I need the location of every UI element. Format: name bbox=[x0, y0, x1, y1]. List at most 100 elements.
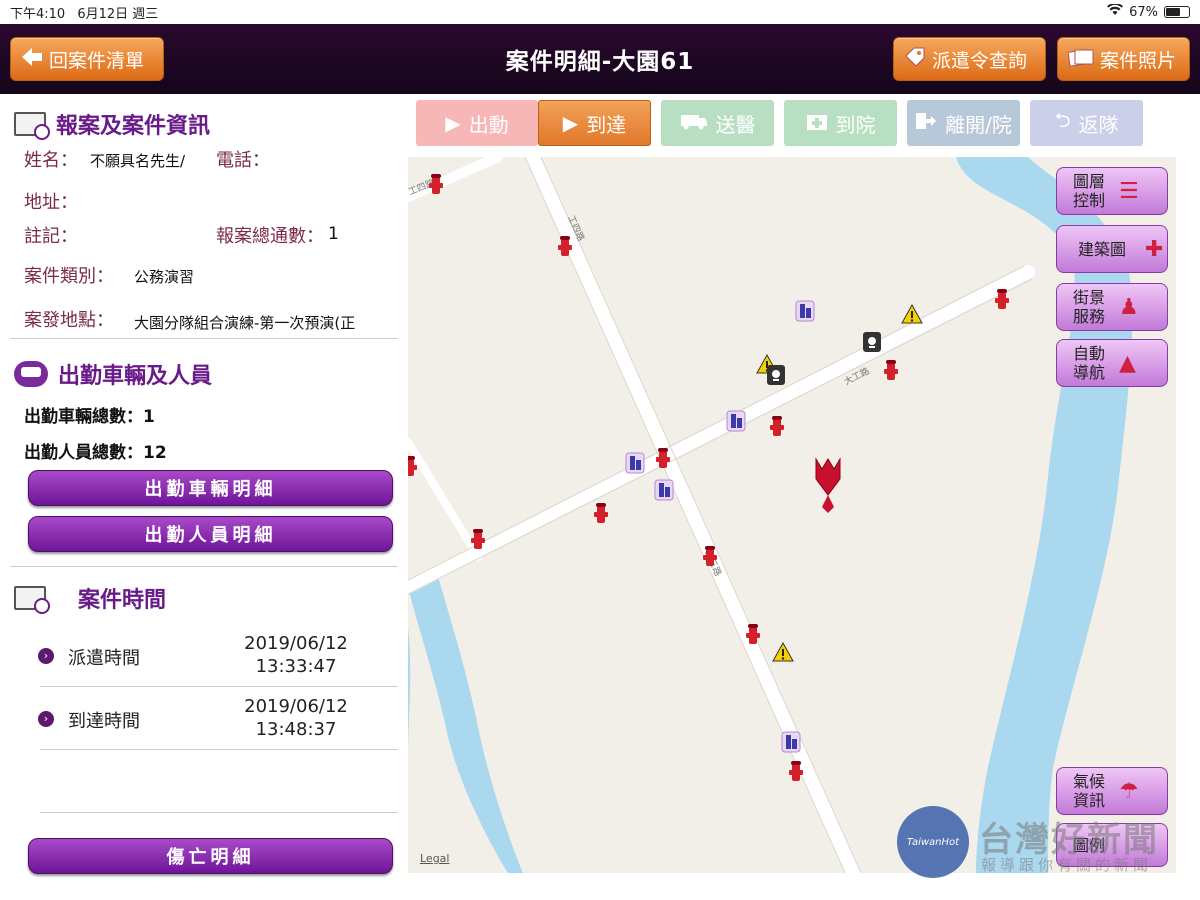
map-view[interactable]: 工四路 大工路 工三路 工四路 圖層控制 ☰ 建築圖 ✚ 街景服務 ♟ 自動導航… bbox=[408, 157, 1176, 873]
divider bbox=[40, 812, 398, 813]
weather-info-button[interactable]: 氣候資訊 ☂ bbox=[1056, 767, 1168, 815]
casualty-detail-button[interactable]: 傷亡明細 bbox=[28, 838, 393, 874]
fire-hydrant-icon[interactable] bbox=[884, 360, 898, 380]
bus-icon bbox=[14, 361, 48, 387]
dispatch-time-label: 派遣時間 bbox=[68, 648, 140, 669]
street-view-button[interactable]: 街景服務 ♟ bbox=[1056, 283, 1168, 331]
chevron-right-icon: › bbox=[38, 648, 54, 664]
building-icon[interactable] bbox=[781, 731, 801, 753]
incident-location-marker[interactable] bbox=[815, 457, 841, 513]
battery-fill bbox=[1166, 8, 1181, 16]
chemical-tank-icon[interactable] bbox=[767, 365, 785, 385]
battery-icon bbox=[1164, 6, 1190, 18]
watermark-subtitle: 報導跟你有關的新聞 bbox=[981, 856, 1153, 874]
status-bar: 下午4:10 6月12日 週三 67% bbox=[0, 0, 1200, 24]
vehicle-detail-button[interactable]: 出勤車輛明細 bbox=[28, 470, 393, 506]
case-photos-button[interactable]: 案件照片 bbox=[1057, 37, 1190, 81]
layer-control-label: 圖層控制 bbox=[1072, 172, 1105, 210]
action-dispatch-button[interactable]: ▶ 出動 bbox=[416, 100, 538, 146]
page-title: 案件明細-大園61 bbox=[505, 49, 695, 75]
building-icon[interactable] bbox=[625, 452, 645, 474]
arrival-clock: 13:48:37 bbox=[255, 719, 337, 740]
river-edge bbox=[408, 627, 411, 757]
chemical-tank-icon[interactable] bbox=[863, 332, 881, 352]
personnel-detail-button[interactable]: 出勤人員明細 bbox=[28, 516, 393, 552]
ambulance-icon bbox=[680, 111, 708, 135]
hazard-warning-icon[interactable] bbox=[772, 641, 794, 662]
river-west bbox=[408, 577, 523, 873]
time-section-title: 案件時間 bbox=[78, 588, 167, 613]
building-map-button[interactable]: 建築圖 ✚ bbox=[1056, 225, 1168, 273]
case-photos-label: 案件照片 bbox=[1100, 49, 1177, 72]
building-icon[interactable] bbox=[654, 479, 674, 501]
layers-icon: ☰ bbox=[1119, 178, 1139, 204]
divider bbox=[40, 749, 398, 750]
divider bbox=[10, 338, 398, 339]
map-legal-link[interactable]: Legal bbox=[420, 852, 449, 865]
status-left: 下午4:10 6月12日 週三 bbox=[10, 3, 158, 22]
watermark-logo: TaiwanHot bbox=[897, 806, 969, 878]
action-hospital-button[interactable]: 到院 bbox=[784, 100, 897, 146]
road-edges bbox=[408, 157, 1033, 873]
action-transport-button[interactable]: 送醫 bbox=[661, 100, 774, 146]
fire-hydrant-icon[interactable] bbox=[594, 503, 608, 523]
incident-location-label: 案發地點： bbox=[24, 310, 114, 331]
address-label: 地址： bbox=[24, 192, 78, 213]
action-label: 出動 bbox=[468, 112, 509, 137]
auto-navigation-label: 自動導航 bbox=[1072, 344, 1105, 382]
action-leave-button[interactable]: 離開/院 bbox=[907, 100, 1020, 146]
vehicles-section-header: 出勤車輛及人員 bbox=[14, 358, 212, 390]
action-label: 離開/院 bbox=[945, 112, 1012, 137]
document-search-icon bbox=[14, 112, 50, 140]
roads bbox=[408, 157, 1035, 873]
status-right: 67% bbox=[1107, 2, 1190, 20]
report-section-title: 報案及案件資訊 bbox=[56, 114, 211, 139]
dispatch-time-row: › 派遣時間 2019/06/12 13:33:47 bbox=[36, 626, 398, 688]
report-section-header: 報案及案件資訊 bbox=[14, 108, 210, 140]
arrow-left-icon bbox=[21, 47, 43, 72]
action-label: 送醫 bbox=[715, 112, 756, 137]
action-label: 返隊 bbox=[1078, 112, 1119, 137]
phone-label: 電話： bbox=[216, 150, 270, 171]
status-date: 6月12日 週三 bbox=[77, 6, 159, 22]
time-section-header: 案件時間 bbox=[14, 582, 166, 614]
dispatch-query-button[interactable]: 派遣令查詢 bbox=[893, 37, 1046, 81]
map-markers bbox=[408, 174, 1009, 781]
case-type-label: 案件類別： bbox=[24, 266, 114, 287]
fire-hydrant-icon[interactable] bbox=[770, 416, 784, 436]
action-arrive-button[interactable]: ▶ 到達 bbox=[538, 100, 651, 146]
personnel-total: 出勤人員總數：12 bbox=[24, 443, 167, 463]
note-label: 註記： bbox=[24, 226, 78, 247]
weather-info-label: 氣候資訊 bbox=[1072, 772, 1105, 810]
hazard-warning-icon[interactable] bbox=[901, 303, 923, 324]
name-value: 不願具名先生/ bbox=[90, 152, 186, 170]
building-icon[interactable] bbox=[726, 410, 746, 432]
arrival-time-row: › 到達時間 2019/06/12 13:48:37 bbox=[36, 689, 398, 751]
calls-label: 報案總通數： bbox=[216, 226, 324, 247]
building-icon[interactable] bbox=[795, 300, 815, 322]
arrival-time-value: 2019/06/12 13:48:37 bbox=[226, 695, 366, 741]
dispatch-date: 2019/06/12 bbox=[244, 633, 348, 654]
incident-location-value: 大園分隊組合演練-第一次預演(正 bbox=[134, 314, 356, 332]
status-time: 下午4:10 bbox=[10, 6, 66, 22]
navigation-arrow-icon: ▲ bbox=[1119, 350, 1136, 376]
vehicles-section-title: 出勤車輛及人員 bbox=[58, 364, 213, 389]
back-label: 回案件清單 bbox=[49, 49, 145, 72]
divider bbox=[40, 686, 398, 687]
layer-control-button[interactable]: 圖層控制 ☰ bbox=[1056, 167, 1168, 215]
auto-navigation-button[interactable]: 自動導航 ▲ bbox=[1056, 339, 1168, 387]
building-map-label: 建築圖 bbox=[1077, 239, 1126, 259]
pegman-icon: ♟ bbox=[1119, 294, 1139, 320]
dispatch-query-label: 派遣令查詢 bbox=[932, 49, 1028, 72]
document-search-icon bbox=[14, 586, 50, 614]
vehicles-total: 出勤車輛總數：1 bbox=[24, 407, 155, 427]
hospital-icon bbox=[806, 111, 828, 136]
action-return-button[interactable]: ⮌ 返隊 bbox=[1030, 100, 1143, 146]
street-view-label: 街景服務 bbox=[1072, 288, 1105, 326]
back-to-case-list-button[interactable]: 回案件清單 bbox=[10, 37, 164, 81]
calls-value: 1 bbox=[328, 224, 339, 244]
play-icon: ▶ bbox=[562, 111, 579, 135]
battery-percent: 67% bbox=[1129, 4, 1158, 20]
header-bar: 回案件清單 案件明細-大園61 派遣令查詢 案件照片 bbox=[0, 24, 1200, 94]
case-info-panel: 報案及案件資訊 姓名： 不願具名先生/ 電話： 地址： 註記： 報案總通數： 1… bbox=[0, 94, 405, 900]
